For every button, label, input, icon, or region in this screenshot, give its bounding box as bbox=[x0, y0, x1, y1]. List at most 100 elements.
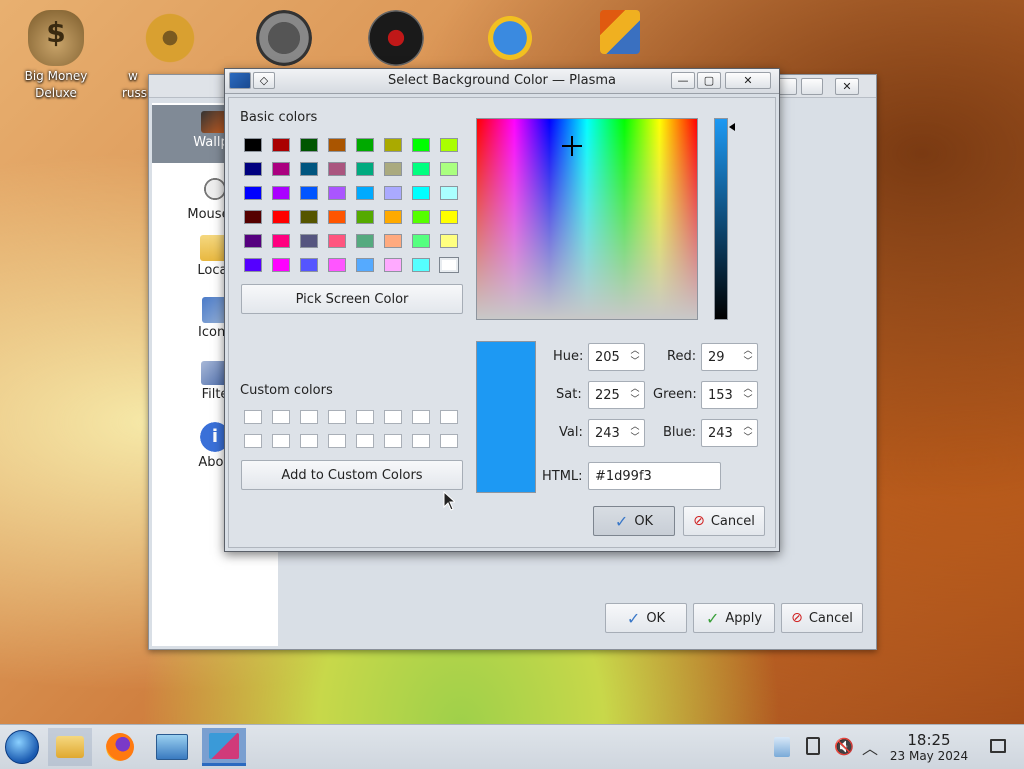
custom-color-swatch[interactable] bbox=[300, 434, 318, 448]
custom-color-swatch[interactable] bbox=[384, 434, 402, 448]
start-menu-button[interactable] bbox=[0, 728, 44, 766]
custom-color-swatch[interactable] bbox=[272, 410, 290, 424]
dialog-titlebar[interactable]: ◇ Select Background Color — Plasma — ▢ ✕ bbox=[225, 69, 779, 94]
desktop-icon-big-money[interactable]: $ Big Money Deluxe bbox=[8, 10, 104, 102]
basic-color-swatch[interactable] bbox=[244, 186, 262, 200]
red-spinbox[interactable]: 29 ︿ ﹀ bbox=[701, 343, 758, 371]
basic-color-swatch[interactable] bbox=[440, 210, 458, 224]
basic-color-swatch[interactable] bbox=[328, 258, 346, 272]
spin-arrows-icon[interactable]: ︿ ﹀ bbox=[742, 422, 754, 444]
custom-color-swatch[interactable] bbox=[328, 434, 346, 448]
basic-color-swatch[interactable] bbox=[244, 138, 262, 152]
basic-color-swatch[interactable] bbox=[384, 186, 402, 200]
basic-color-swatch[interactable] bbox=[356, 234, 374, 248]
spin-arrows-icon[interactable]: ︿ ﹀ bbox=[629, 384, 641, 406]
custom-color-swatch[interactable] bbox=[440, 410, 458, 424]
dialog-ok-button[interactable]: ✓ OK bbox=[593, 506, 675, 536]
basic-color-swatch[interactable] bbox=[328, 186, 346, 200]
basic-color-swatch[interactable] bbox=[300, 210, 318, 224]
custom-color-swatch[interactable] bbox=[328, 410, 346, 424]
taskbar-system-settings[interactable] bbox=[150, 728, 194, 766]
spin-arrows-icon[interactable]: ︿ ﹀ bbox=[742, 384, 754, 406]
basic-color-swatch[interactable] bbox=[356, 258, 374, 272]
custom-color-swatch[interactable] bbox=[412, 434, 430, 448]
basic-color-swatch[interactable] bbox=[300, 258, 318, 272]
sat-spinbox[interactable]: 225 ︿ ﹀ bbox=[588, 381, 645, 409]
val-spinbox[interactable]: 243 ︿ ﹀ bbox=[588, 419, 645, 447]
html-color-input[interactable]: #1d99f3 bbox=[588, 462, 721, 490]
basic-color-swatch[interactable] bbox=[272, 186, 290, 200]
taskbar-file-manager[interactable] bbox=[48, 728, 92, 766]
dialog-cancel-button[interactable]: ⊘ Cancel bbox=[683, 506, 765, 536]
value-slider[interactable] bbox=[714, 118, 728, 320]
basic-color-swatch[interactable] bbox=[356, 210, 374, 224]
basic-color-swatch[interactable] bbox=[272, 234, 290, 248]
desktop-icon-gauge[interactable] bbox=[236, 10, 332, 68]
custom-color-swatch[interactable] bbox=[412, 410, 430, 424]
basic-color-swatch[interactable] bbox=[384, 138, 402, 152]
custom-color-swatch[interactable] bbox=[356, 434, 374, 448]
basic-color-swatch[interactable] bbox=[440, 234, 458, 248]
basic-color-swatch[interactable] bbox=[328, 138, 346, 152]
custom-color-swatch[interactable] bbox=[440, 434, 458, 448]
settings-cancel-button[interactable]: ⊘ Cancel bbox=[781, 603, 863, 633]
basic-color-swatch[interactable] bbox=[412, 234, 430, 248]
basic-color-swatch[interactable] bbox=[328, 210, 346, 224]
basic-color-swatch[interactable] bbox=[384, 234, 402, 248]
tray-expand-chevron-icon[interactable]: ︿ bbox=[862, 735, 878, 759]
settings-apply-button[interactable]: ✓ Apply bbox=[693, 603, 775, 633]
taskbar-plasma-active[interactable] bbox=[202, 728, 246, 766]
basic-color-swatch[interactable] bbox=[412, 258, 430, 272]
custom-color-swatch[interactable] bbox=[384, 410, 402, 424]
basic-color-swatch[interactable] bbox=[384, 258, 402, 272]
custom-color-swatch[interactable] bbox=[244, 410, 262, 424]
spin-arrows-icon[interactable]: ︿ ﹀ bbox=[629, 422, 641, 444]
clipboard-tray-icon[interactable] bbox=[774, 737, 790, 757]
basic-color-swatch[interactable] bbox=[328, 162, 346, 176]
dialog-maximize-button[interactable]: ▢ bbox=[697, 72, 721, 89]
basic-color-swatch[interactable] bbox=[412, 210, 430, 224]
spin-arrows-icon[interactable]: ︿ ﹀ bbox=[629, 346, 641, 368]
basic-color-swatch[interactable] bbox=[356, 186, 374, 200]
basic-color-swatch[interactable] bbox=[244, 234, 262, 248]
basic-color-swatch[interactable] bbox=[440, 138, 458, 152]
battery-tray-icon[interactable] bbox=[806, 737, 820, 755]
show-desktop-icon[interactable] bbox=[990, 739, 1006, 753]
basic-color-swatch[interactable] bbox=[272, 210, 290, 224]
basic-color-swatch[interactable] bbox=[272, 258, 290, 272]
close-button[interactable]: ✕ bbox=[835, 78, 859, 95]
basic-color-swatch[interactable] bbox=[300, 234, 318, 248]
desktop-icon-red-disc[interactable] bbox=[348, 10, 444, 68]
basic-color-swatch[interactable] bbox=[244, 162, 262, 176]
green-spinbox[interactable]: 153 ︿ ﹀ bbox=[701, 381, 758, 409]
clock[interactable]: 18:25 23 May 2024 bbox=[880, 731, 978, 763]
basic-color-swatch[interactable] bbox=[272, 162, 290, 176]
basic-color-swatch[interactable] bbox=[244, 210, 262, 224]
custom-color-swatch[interactable] bbox=[356, 410, 374, 424]
dialog-close-button[interactable]: ✕ bbox=[725, 72, 771, 89]
basic-color-swatch[interactable] bbox=[384, 210, 402, 224]
desktop-icon-globe[interactable] bbox=[462, 10, 558, 68]
custom-color-swatch[interactable] bbox=[300, 410, 318, 424]
custom-color-swatch[interactable] bbox=[272, 434, 290, 448]
desktop-icon-office[interactable] bbox=[572, 10, 668, 56]
basic-color-swatch[interactable] bbox=[440, 162, 458, 176]
blue-spinbox[interactable]: 243 ︿ ﹀ bbox=[701, 419, 758, 447]
custom-color-swatch[interactable] bbox=[244, 434, 262, 448]
taskbar-firefox[interactable] bbox=[98, 728, 142, 766]
basic-color-swatch[interactable] bbox=[440, 186, 458, 200]
basic-color-swatch[interactable] bbox=[356, 138, 374, 152]
basic-color-swatch[interactable] bbox=[356, 162, 374, 176]
basic-color-swatch[interactable] bbox=[412, 186, 430, 200]
pick-screen-color-button[interactable]: Pick Screen Color bbox=[241, 284, 463, 314]
basic-color-swatch[interactable] bbox=[272, 138, 290, 152]
basic-color-swatch[interactable] bbox=[439, 257, 459, 273]
volume-muted-icon[interactable]: 🔇 bbox=[834, 737, 854, 756]
basic-color-swatch[interactable] bbox=[244, 258, 262, 272]
basic-color-swatch[interactable] bbox=[384, 162, 402, 176]
basic-color-swatch[interactable] bbox=[328, 234, 346, 248]
hue-spinbox[interactable]: 205 ︿ ﹀ bbox=[588, 343, 645, 371]
dialog-minimize-button[interactable]: — bbox=[671, 72, 695, 89]
maximize-button[interactable] bbox=[801, 78, 823, 95]
basic-color-swatch[interactable] bbox=[412, 138, 430, 152]
